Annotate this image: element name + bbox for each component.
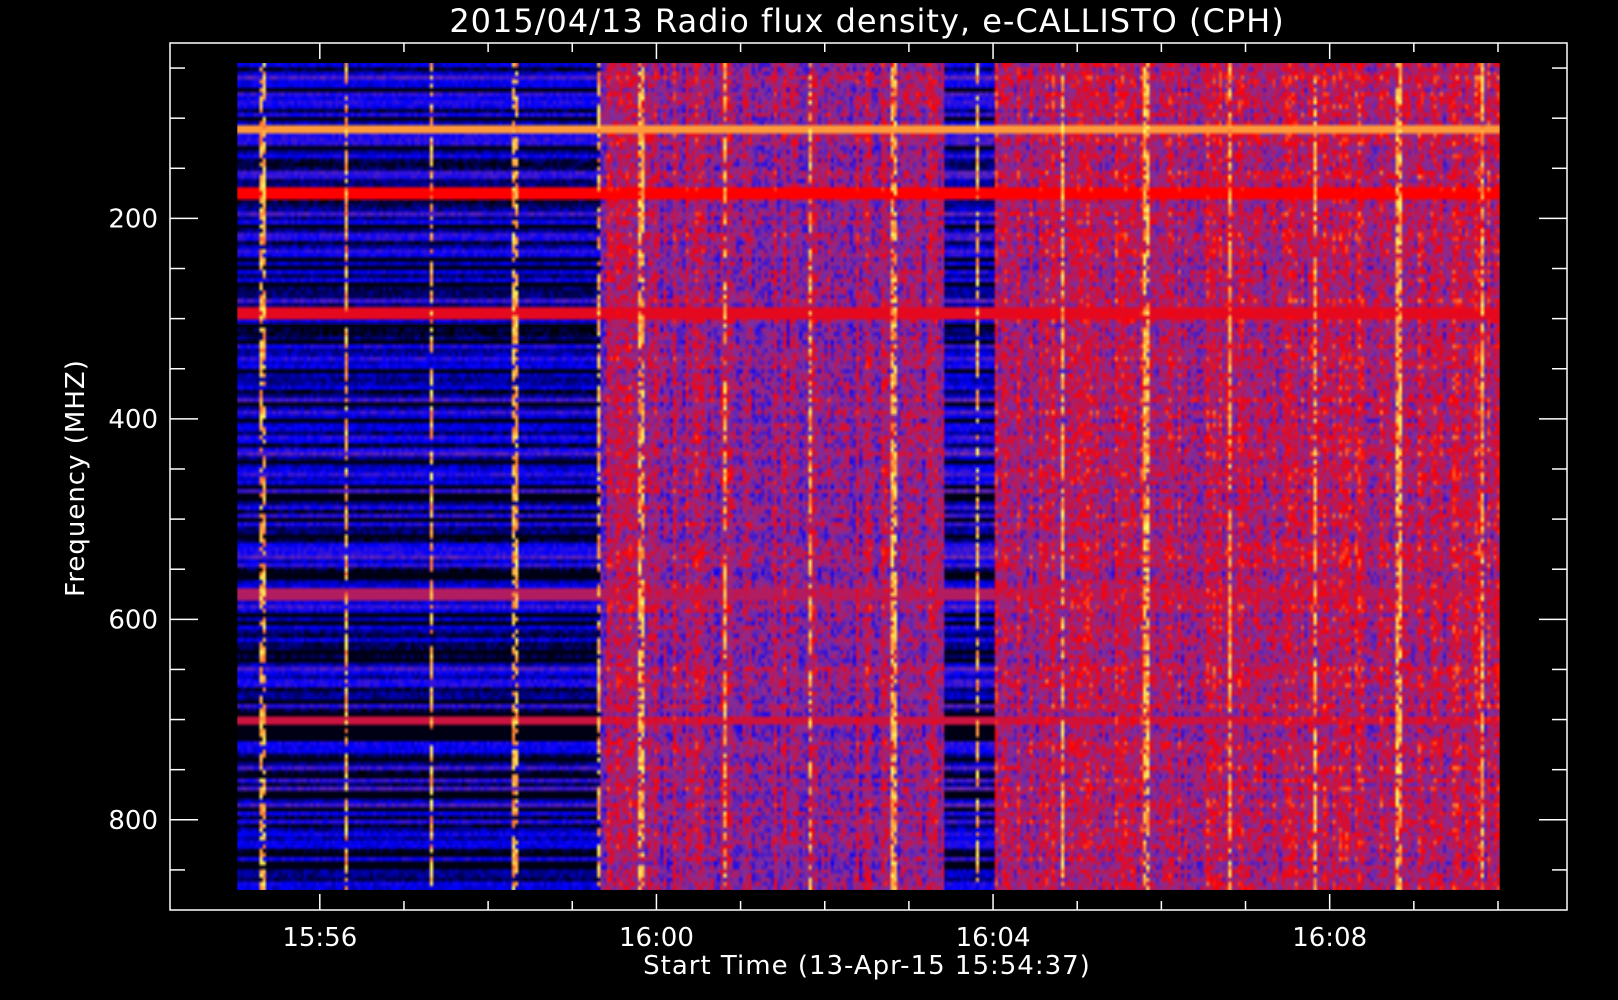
spectrogram-heatmap	[237, 63, 1500, 890]
y-tick-label: 200	[108, 204, 158, 234]
y-tick-label: 400	[108, 405, 158, 435]
x-tick-label: 16:00	[619, 923, 694, 953]
spectrogram-chart: 2015/04/13 Radio flux density, e-CALLIST…	[0, 0, 1618, 1000]
x-axis-label: Start Time (13-Apr-15 15:54:37)	[643, 951, 1091, 981]
y-axis-label: Frequency (MHZ)	[61, 359, 91, 597]
x-tick-label: 15:56	[282, 923, 357, 953]
chart-svg: 2015/04/13 Radio flux density, e-CALLIST…	[61, 2, 1568, 981]
y-tick-label: 600	[108, 605, 158, 635]
chart-title: 2015/04/13 Radio flux density, e-CALLIST…	[449, 2, 1284, 40]
x-tick-label: 16:04	[956, 923, 1031, 953]
spectrogram-image	[237, 63, 1500, 890]
y-tick-label: 800	[108, 806, 158, 836]
x-tick-label: 16:08	[1292, 923, 1367, 953]
